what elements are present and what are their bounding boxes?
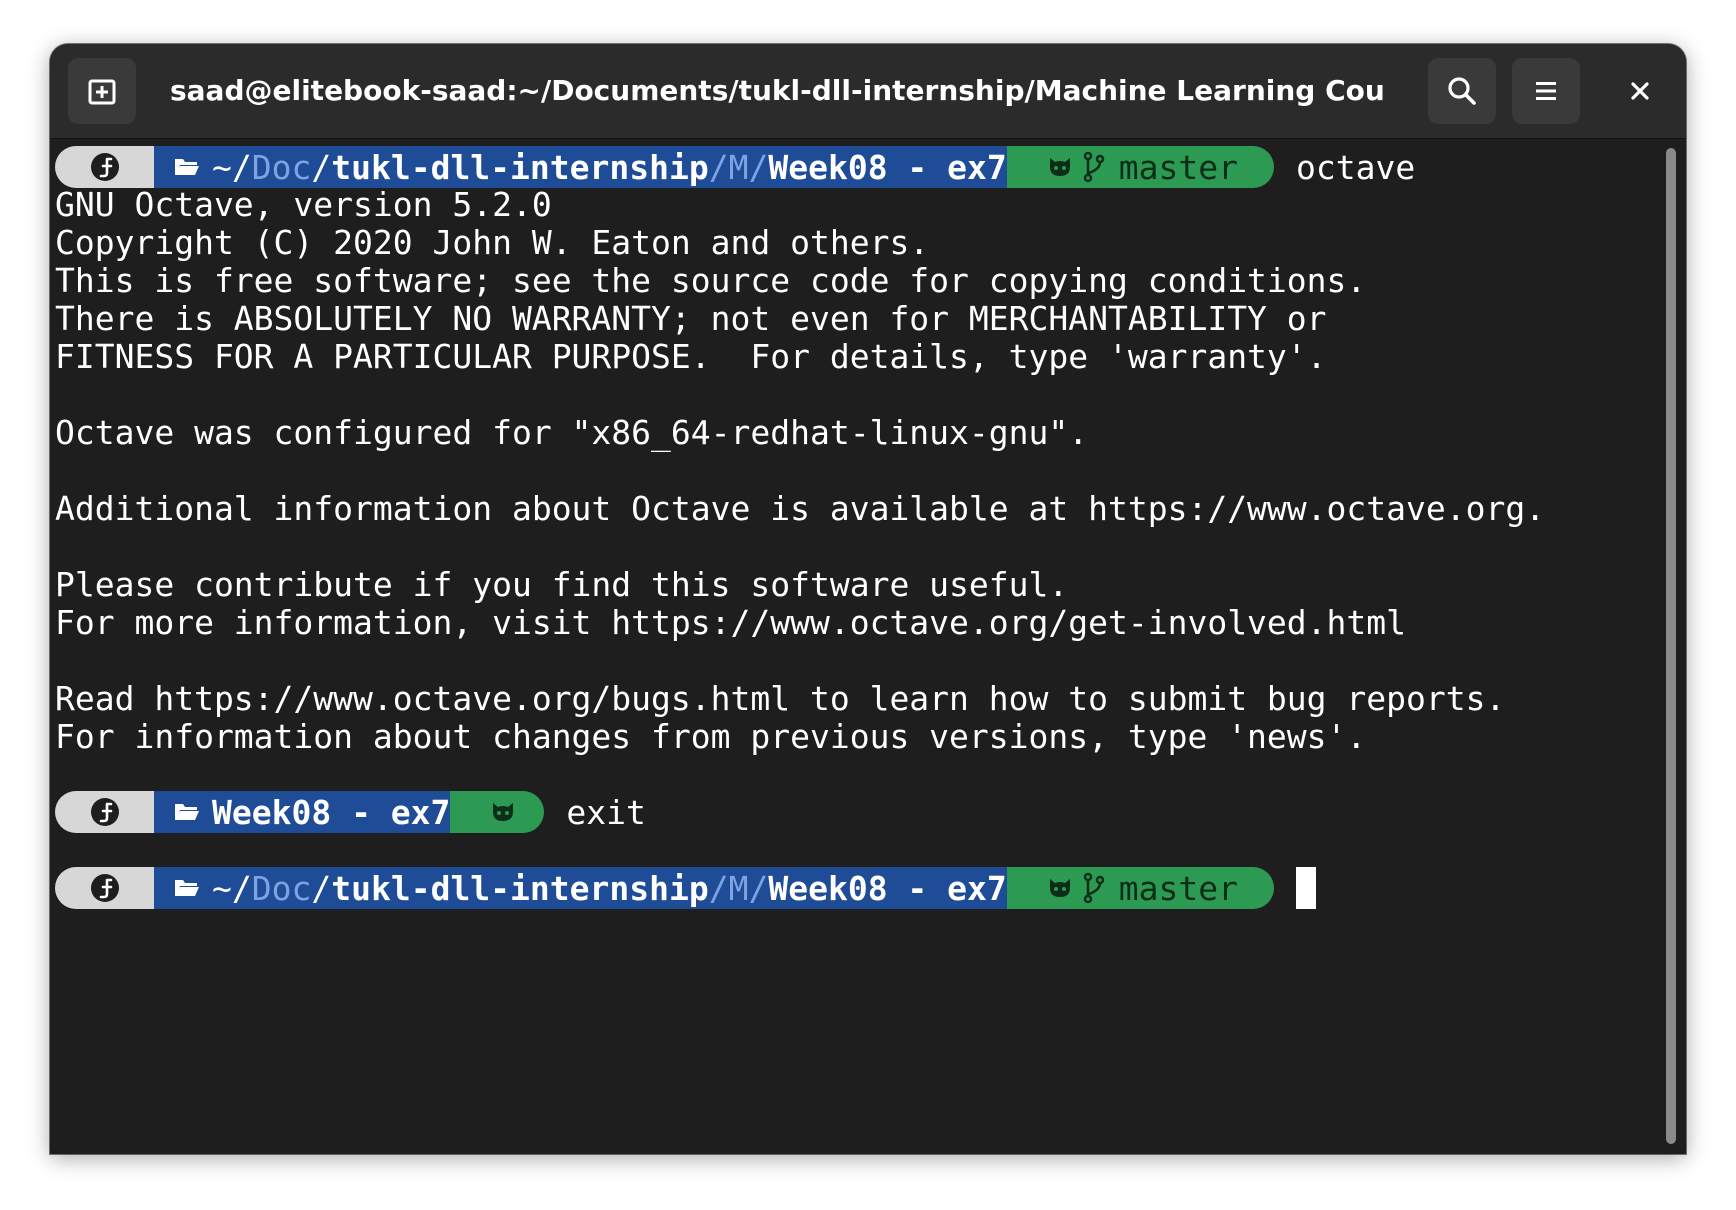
title-bar: saad@elitebook-saad:~/Documents/tukl-dll… xyxy=(50,44,1686,139)
hamburger-menu-icon xyxy=(1536,82,1556,100)
path-sep: / xyxy=(708,868,729,908)
shell-prompt: Week08 - ex7 exit xyxy=(55,791,646,833)
path-repo: tukl-dll-internship xyxy=(331,868,709,908)
fedora-logo-icon xyxy=(91,798,119,826)
scrollbar[interactable] xyxy=(1664,148,1678,1144)
folder-icon xyxy=(175,159,199,175)
branch-icon xyxy=(1083,872,1105,904)
branch-icon xyxy=(1083,151,1105,183)
git-segment: master xyxy=(1006,146,1274,188)
shell-prompt: ~/Doc / tukl-dll-internship / M / Week08 - ex7… xyxy=(55,146,1415,188)
path-tilde: ~/ xyxy=(212,868,252,908)
github-icon xyxy=(1049,879,1070,897)
text-cursor xyxy=(1296,867,1316,909)
path-sep: / xyxy=(311,868,332,908)
new-tab-button[interactable] xyxy=(68,58,136,124)
terminal-window: saad@elitebook-saad:~/Documents/tukl-dll… xyxy=(50,44,1686,1154)
output-line: GNU Octave, version 5.2.0 xyxy=(55,185,552,224)
os-segment xyxy=(55,867,155,909)
path-doc: Doc xyxy=(251,868,312,908)
output-line: Additional information about Octave is a… xyxy=(55,489,1546,528)
close-icon xyxy=(1631,82,1649,100)
path-sep: / xyxy=(748,868,769,908)
terminal-output[interactable]: ~/Doc / tukl-dll-internship / M / Week08 - ex7… xyxy=(50,138,1660,1154)
path-dir: Week08 - ex7 xyxy=(212,792,451,832)
window-title: saad@elitebook-saad:~/Documents/tukl-dll… xyxy=(170,74,1386,107)
git-segment: master xyxy=(1006,867,1274,909)
close-button[interactable] xyxy=(1606,58,1674,124)
branch-name: master xyxy=(1118,147,1238,187)
command-text: exit xyxy=(566,792,646,832)
search-icon xyxy=(1448,77,1476,105)
shell-prompt: ~/Doc / tukl-dll-internship / M / Week08 - ex7… xyxy=(55,867,1316,909)
search-button[interactable] xyxy=(1428,58,1496,124)
os-segment xyxy=(55,146,155,188)
output-line: FITNESS FOR A PARTICULAR PURPOSE. For de… xyxy=(55,337,1327,376)
directory-segment: ~/Doc / tukl-dll-internship / M / Week08 - ex7 xyxy=(154,146,1029,188)
output-line: For more information, visit https://www.… xyxy=(55,603,1407,642)
path-sep: / xyxy=(708,147,729,187)
output-line: For information about changes from previ… xyxy=(55,717,1367,756)
path-repo: tukl-dll-internship xyxy=(331,147,709,187)
github-icon xyxy=(493,803,514,821)
github-icon xyxy=(1049,158,1070,176)
path-doc: Doc xyxy=(251,147,312,187)
output-line: This is free software; see the source co… xyxy=(55,261,1367,300)
folder-icon xyxy=(175,804,199,820)
path-dir: Week08 - ex7 xyxy=(768,147,1007,187)
fedora-logo-icon xyxy=(91,153,119,181)
new-tab-icon xyxy=(88,79,116,105)
fedora-logo-icon xyxy=(91,874,119,902)
path-m: M xyxy=(728,868,749,908)
output-line: Read https://www.octave.org/bugs.html to… xyxy=(55,679,1506,718)
command-text: octave xyxy=(1296,147,1416,187)
path-dir: Week08 - ex7 xyxy=(768,868,1007,908)
path-sep: / xyxy=(748,147,769,187)
directory-segment: Week08 - ex7 xyxy=(154,791,473,833)
branch-name: master xyxy=(1118,868,1238,908)
path-m: M xyxy=(728,147,749,187)
output-line: Copyright (C) 2020 John W. Eaton and oth… xyxy=(55,223,930,262)
output-line: Octave was configured for "x86_64-redhat… xyxy=(55,413,1089,452)
path-tilde: ~/ xyxy=(212,147,252,187)
git-segment xyxy=(450,791,545,833)
scrollbar-thumb[interactable] xyxy=(1666,148,1676,1144)
path-sep: / xyxy=(311,147,332,187)
output-line: There is ABSOLUTELY NO WARRANTY; not eve… xyxy=(55,299,1327,338)
directory-segment: ~/Doc / tukl-dll-internship / M / Week08 - ex7 xyxy=(154,867,1029,909)
output-line: Please contribute if you find this softw… xyxy=(55,565,1069,604)
os-segment xyxy=(55,791,155,833)
menu-button[interactable] xyxy=(1512,58,1580,124)
folder-icon xyxy=(175,880,199,896)
